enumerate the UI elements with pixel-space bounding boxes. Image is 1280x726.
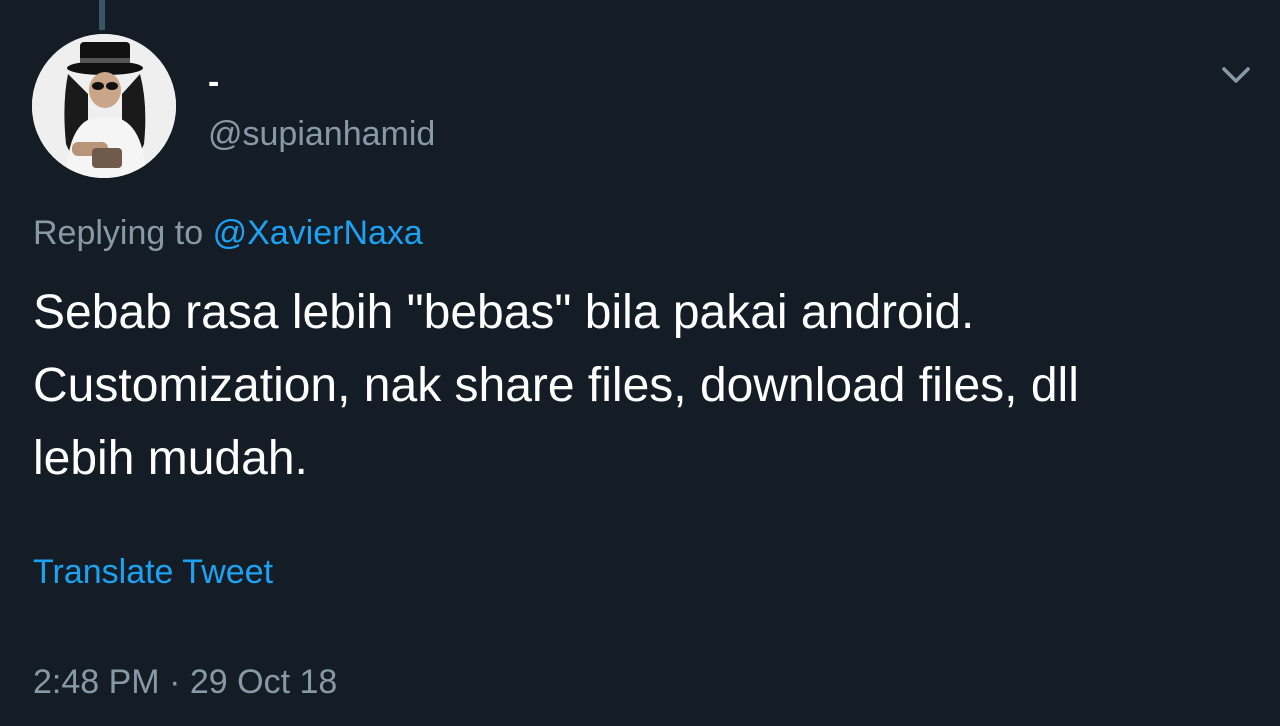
reply-context: Replying to @XavierNaxa xyxy=(33,212,423,254)
meta-separator: · xyxy=(169,663,181,701)
tweet-time: 2:48 PM xyxy=(33,663,160,701)
tweet-timestamp: 2:48 PM · 29 Oct 18 xyxy=(33,661,337,703)
reply-prefix: Replying to xyxy=(33,214,204,252)
user-handle[interactable]: @supianhamid xyxy=(208,114,435,154)
tweet-detail: - @supianhamid Replying to @XavierNaxa S… xyxy=(0,0,1280,726)
chevron-down-icon[interactable] xyxy=(1218,60,1254,90)
thread-connector-line xyxy=(99,0,105,30)
tweet-date: 29 Oct 18 xyxy=(189,663,338,701)
display-name[interactable]: - xyxy=(208,62,219,102)
tweet-text: Sebab rasa lebih "bebas" bila pakai andr… xyxy=(33,286,1079,485)
reply-mention-link[interactable]: @XavierNaxa xyxy=(213,214,423,252)
avatar[interactable] xyxy=(32,34,176,178)
translate-tweet-link[interactable]: Translate Tweet xyxy=(33,551,273,593)
